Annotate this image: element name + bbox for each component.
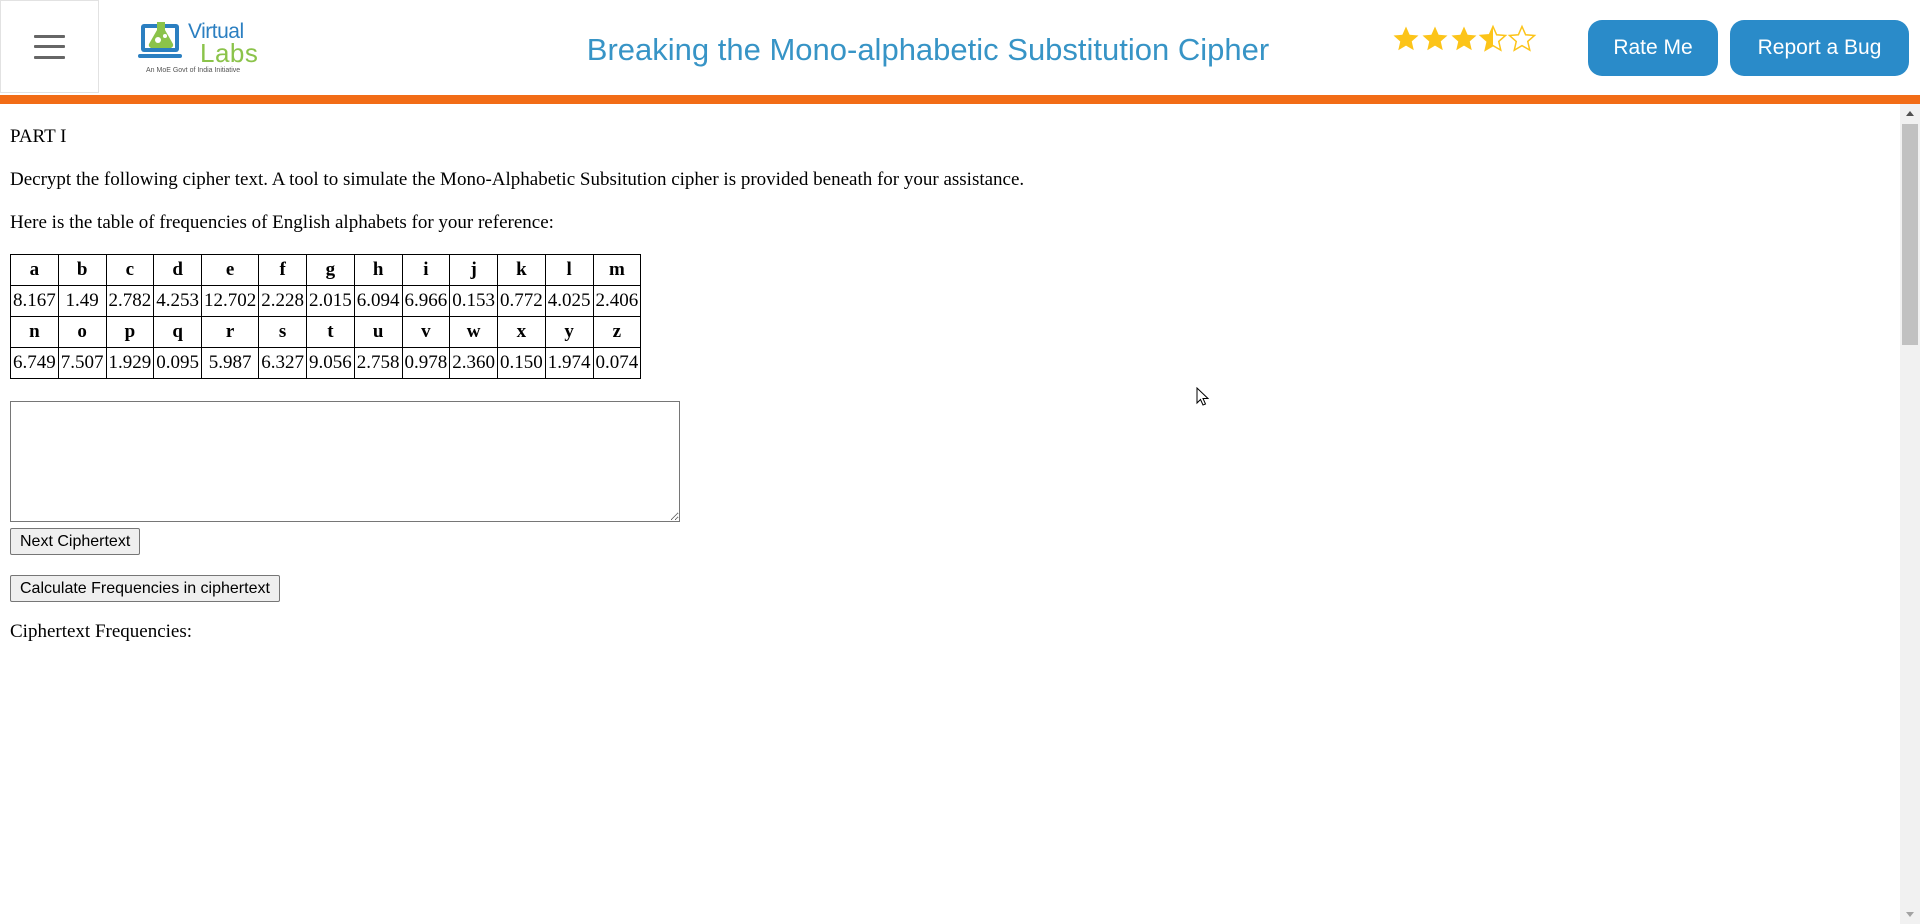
calculate-frequencies-button[interactable]: Calculate Frequencies in ciphertext [10,575,280,602]
table-header-cell: j [449,254,498,286]
table-header-cell: o [57,316,107,348]
table-header-cell: e [200,254,260,286]
star-full-icon[interactable] [1449,24,1479,54]
table-header-cell: m [592,254,642,286]
table-cell: 7.507 [57,347,107,379]
page-scrollbar[interactable] [1900,104,1920,924]
table-cell: 2.406 [592,285,642,317]
scrollbar-thumb[interactable] [1902,124,1918,345]
star-full-icon[interactable] [1391,24,1421,54]
table-cell: 0.978 [401,347,451,379]
table-header-cell: u [353,316,403,348]
star-empty-icon[interactable] [1507,24,1537,54]
hamburger-menu-icon [34,34,65,59]
table-header-cell: l [544,254,594,286]
table-cell: 1.49 [57,285,107,317]
table-header-cell: b [57,254,107,286]
star-full-icon[interactable] [1420,24,1450,54]
table-cell: 2.782 [105,285,155,317]
table-header-cell: v [401,316,451,348]
table-header-cell: s [258,316,307,348]
table-cell: 0.150 [497,347,546,379]
page-title: Breaking the Mono-alphabetic Substitutio… [586,32,1270,67]
table-row: 8.167 1.49 2.782 4.253 12.702 2.228 2.015 6.094… [10,285,642,317]
ciphertext-textarea[interactable] [10,401,680,522]
table-header-cell: h [353,254,403,286]
table-cell: 8.167 [10,285,59,317]
logo-word-labs: Labs [200,38,259,68]
next-ciphertext-button[interactable]: Next Ciphertext [10,528,141,555]
star-rating[interactable] [1391,24,1537,58]
table-cell: 1.974 [544,347,594,379]
table-header-cell: n [10,316,59,348]
table-header-cell: q [153,316,202,348]
table-intro-text: Here is the table of frequencies of Engl… [10,212,554,233]
ciphertext-frequencies-label: Ciphertext Frequencies: [10,621,193,642]
logo-tagline: An MoE Govt of India Initiative [146,67,241,74]
table-cell: 5.987 [200,347,260,379]
rate-me-button[interactable]: Rate Me [1588,20,1718,76]
virtual-labs-logo[interactable]: Virtual Labs An MoE Govt of India Initia… [138,16,258,78]
table-cell: 0.095 [153,347,202,379]
star-half-icon[interactable] [1478,24,1508,54]
menu-button[interactable] [0,0,99,93]
table-cell: 0.772 [497,285,546,317]
table-header-cell: y [544,316,594,348]
table-row: 6.749 7.507 1.929 0.095 5.987 6.327 9.056 2.758… [10,347,642,379]
table-header-cell: r [200,316,260,348]
scroll-up-arrow-icon[interactable] [1906,111,1914,116]
table-cell: 6.966 [401,285,451,317]
site-header: Virtual Labs An MoE Govt of India Initia… [0,0,1920,95]
table-cell: 6.094 [353,285,403,317]
header-accent-bar [0,95,1920,104]
frequency-table: abcdefghijklm 8.167 1.49 2.782 4.253 12.702 2… [10,254,642,379]
table-row: nopqrstuvwxyz [10,316,642,348]
table-row: abcdefghijklm [10,254,642,286]
part-heading: PART I [10,126,67,147]
report-bug-button[interactable]: Report a Bug [1730,20,1909,76]
table-header-cell: d [153,254,202,286]
table-header-cell: g [306,254,355,286]
mouse-cursor-icon [1196,387,1210,406]
table-header-cell: p [105,316,155,348]
flask-laptop-icon [138,22,182,58]
table-cell: 9.056 [306,347,355,379]
table-cell: 2.360 [449,347,498,379]
table-cell: 4.025 [544,285,594,317]
table-header-cell: k [497,254,546,286]
table-cell: 2.015 [306,285,355,317]
table-cell: 6.749 [10,347,59,379]
table-header-cell: a [10,254,59,286]
table-header-cell: z [592,316,642,348]
table-header-cell: c [105,254,155,286]
table-cell: 2.228 [258,285,307,317]
table-header-cell: w [449,316,498,348]
table-cell: 0.074 [592,347,642,379]
table-header-cell: x [497,316,546,348]
table-cell: 6.327 [258,347,307,379]
table-header-cell: f [258,254,307,286]
table-cell: 0.153 [449,285,498,317]
scroll-down-arrow-icon[interactable] [1906,912,1914,917]
table-header-cell: i [401,254,451,286]
table-header-cell: t [306,316,355,348]
table-cell: 12.702 [200,285,260,317]
table-cell: 4.253 [153,285,202,317]
instruction-text: Decrypt the following cipher text. A too… [10,169,1025,190]
table-cell: 2.758 [353,347,403,379]
table-cell: 1.929 [105,347,155,379]
